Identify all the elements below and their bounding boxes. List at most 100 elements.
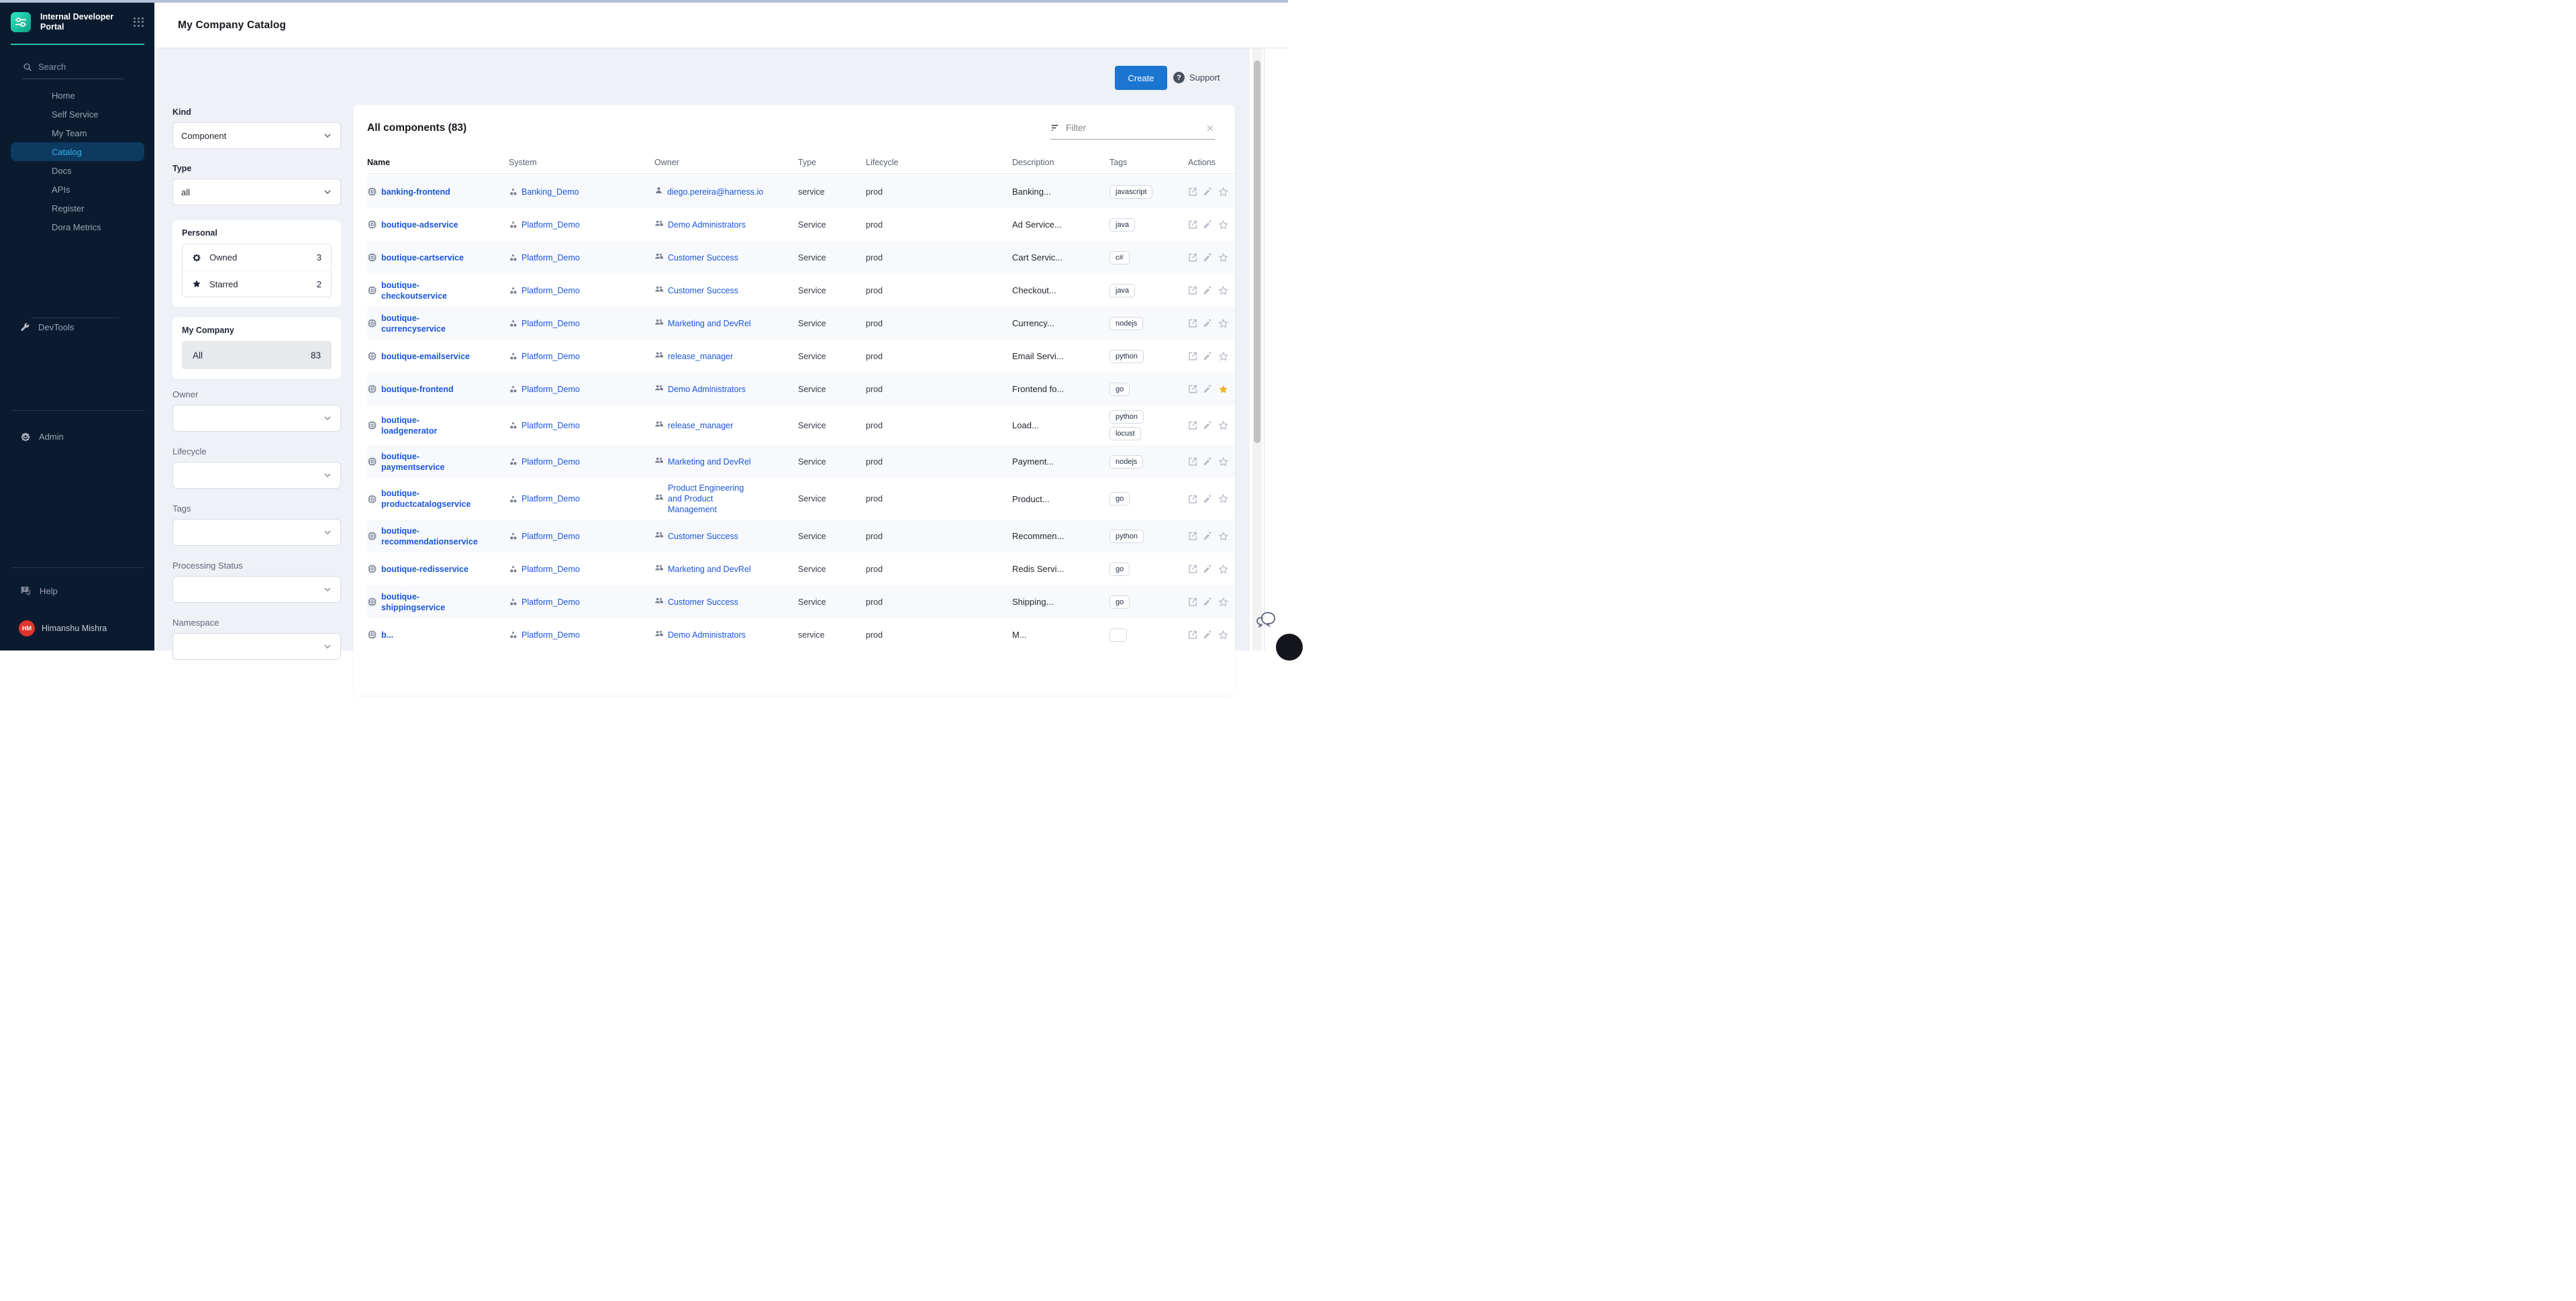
sidebar-item-my-team[interactable]: My Team (11, 124, 144, 142)
sidebar-item-home[interactable]: Home (11, 86, 144, 105)
user-profile[interactable]: HM Himanshu Mishra (19, 620, 107, 636)
column-header-tags[interactable]: Tags (1109, 158, 1188, 167)
star-icon[interactable] (1218, 285, 1228, 296)
system-link[interactable]: Platform_Demo (522, 597, 580, 608)
system-link[interactable]: Platform_Demo (522, 318, 580, 329)
system-link[interactable]: Platform_Demo (522, 420, 580, 431)
star-icon[interactable] (1218, 630, 1228, 640)
system-link[interactable]: Platform_Demo (522, 531, 580, 542)
open-in-new-icon[interactable] (1188, 351, 1197, 361)
table-filter-input[interactable] (1066, 123, 1200, 133)
sidebar-item-devtools[interactable]: DevTools (20, 322, 74, 332)
sidebar-item-docs[interactable]: Docs (11, 161, 144, 180)
component-name-link[interactable]: boutique-productcatalogservice (381, 488, 479, 510)
column-header-owner[interactable]: Owner (654, 158, 798, 167)
star-icon[interactable] (1218, 493, 1228, 504)
system-link[interactable]: Platform_Demo (522, 493, 580, 504)
component-name-link[interactable]: boutique-shippingservice (381, 591, 479, 613)
star-icon[interactable] (1218, 420, 1228, 431)
open-in-new-icon[interactable] (1188, 630, 1197, 640)
star-icon[interactable] (1218, 351, 1228, 362)
edit-icon[interactable] (1203, 494, 1212, 504)
system-link[interactable]: Platform_Demo (522, 220, 580, 230)
component-name-link[interactable]: boutique-recommendationservice (381, 526, 479, 547)
star-icon[interactable] (1218, 318, 1228, 329)
owner-link[interactable]: release_manager (668, 420, 733, 431)
owner-link[interactable]: Customer Success (668, 252, 738, 263)
star-icon[interactable] (1218, 597, 1228, 608)
component-name-link[interactable]: boutique-checkoutservice (381, 280, 479, 301)
sidebar-item-help[interactable]: ? Help (20, 585, 58, 597)
sidebar-item-register[interactable]: Register (11, 199, 144, 218)
open-in-new-icon[interactable] (1188, 187, 1197, 197)
owner-link[interactable]: Marketing and DevRel (668, 456, 751, 467)
sidebar-item-apis[interactable]: APIs (11, 180, 144, 199)
owner-link[interactable]: Marketing and DevRel (668, 564, 751, 575)
kind-select[interactable]: Component (172, 122, 341, 149)
system-link[interactable]: Platform_Demo (522, 630, 580, 640)
owner-link[interactable]: Product Engineering and Product Manageme… (668, 483, 748, 515)
edit-icon[interactable] (1203, 384, 1212, 394)
open-in-new-icon[interactable] (1188, 384, 1197, 394)
sidebar-item-dora-metrics[interactable]: Dora Metrics (11, 218, 144, 236)
star-icon[interactable] (1218, 564, 1228, 575)
column-header-description[interactable]: Description (1012, 158, 1109, 167)
support-button[interactable]: ? Support (1173, 72, 1220, 83)
owner-link[interactable]: Demo Administrators (668, 384, 746, 395)
system-link[interactable]: Platform_Demo (522, 456, 580, 467)
filter-owned[interactable]: Owned 3 (183, 244, 331, 271)
edit-icon[interactable] (1203, 220, 1212, 230)
edit-icon[interactable] (1203, 597, 1212, 607)
star-icon[interactable] (1218, 252, 1228, 263)
owner-link[interactable]: Demo Administrators (668, 220, 746, 230)
system-link[interactable]: Platform_Demo (522, 564, 580, 575)
create-button[interactable]: Create (1115, 66, 1167, 90)
owner-link[interactable]: Marketing and DevRel (668, 318, 751, 329)
owner-link[interactable]: Demo Administrators (668, 630, 746, 640)
sidebar-item-catalog[interactable]: Catalog (11, 142, 144, 161)
filter-select[interactable] (172, 576, 341, 603)
open-in-new-icon[interactable] (1188, 220, 1197, 230)
clear-icon[interactable] (1205, 124, 1215, 133)
edit-icon[interactable] (1203, 187, 1212, 197)
component-name-link[interactable]: boutique-emailservice (381, 351, 470, 362)
owner-link[interactable]: Customer Success (668, 597, 738, 608)
column-header-system[interactable]: System (509, 158, 654, 167)
open-in-new-icon[interactable] (1188, 531, 1197, 541)
component-name-link[interactable]: b... (381, 630, 393, 640)
component-name-link[interactable]: boutique-cartservice (381, 252, 464, 263)
edit-icon[interactable] (1203, 252, 1212, 262)
system-link[interactable]: Platform_Demo (522, 252, 580, 263)
owner-link[interactable]: Customer Success (668, 285, 738, 296)
component-name-link[interactable]: boutique-currencyservice (381, 313, 479, 334)
star-icon[interactable] (1218, 456, 1228, 467)
edit-icon[interactable] (1203, 351, 1212, 361)
corner-fab[interactable] (1276, 634, 1303, 661)
open-in-new-icon[interactable] (1188, 318, 1197, 328)
open-in-new-icon[interactable] (1188, 285, 1197, 295)
open-in-new-icon[interactable] (1188, 597, 1197, 607)
open-in-new-icon[interactable] (1188, 456, 1197, 467)
filter-select[interactable] (172, 633, 341, 660)
star-icon[interactable] (1218, 531, 1228, 542)
edit-icon[interactable] (1203, 285, 1212, 295)
system-link[interactable]: Banking_Demo (522, 187, 579, 197)
scrollbar-thumb[interactable] (1254, 60, 1260, 443)
column-header-lifecycle[interactable]: Lifecycle (866, 158, 1012, 167)
edit-icon[interactable] (1203, 531, 1212, 541)
sidebar-search[interactable] (23, 62, 123, 79)
open-in-new-icon[interactable] (1188, 420, 1197, 430)
owner-link[interactable]: diego.pereira@harness.io (667, 187, 763, 197)
system-link[interactable]: Platform_Demo (522, 285, 580, 296)
edit-icon[interactable] (1203, 564, 1212, 574)
column-header-name[interactable]: Name (367, 158, 509, 167)
edit-icon[interactable] (1203, 318, 1212, 328)
star-icon-filled[interactable] (1218, 384, 1228, 395)
edit-icon[interactable] (1203, 630, 1212, 640)
open-in-new-icon[interactable] (1188, 494, 1197, 504)
system-link[interactable]: Platform_Demo (522, 384, 580, 395)
sidebar-item-admin[interactable]: Admin (20, 431, 64, 442)
component-name-link[interactable]: boutique-loadgenerator (381, 415, 443, 436)
component-name-link[interactable]: boutique-frontend (381, 384, 454, 395)
edit-icon[interactable] (1203, 420, 1212, 430)
